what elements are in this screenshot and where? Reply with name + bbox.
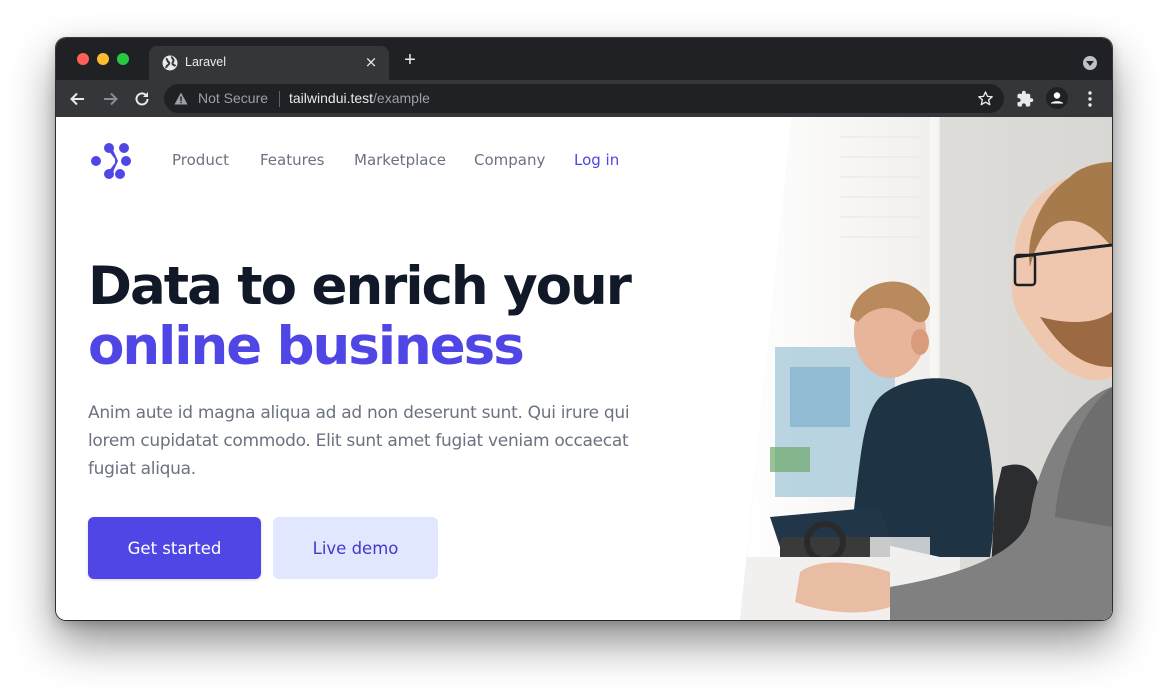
arrow-left-icon[interactable]	[68, 89, 88, 109]
tab-close-icon[interactable]: ×	[363, 54, 379, 70]
workflow-logo[interactable]	[88, 140, 132, 182]
headline-line-2: online business	[88, 316, 525, 377]
new-tab-button[interactable]: +	[402, 50, 418, 70]
arrow-right-icon[interactable]	[100, 89, 120, 109]
reload-icon[interactable]	[132, 89, 152, 109]
globe-icon	[162, 55, 178, 71]
browser-tab[interactable]: Laravel ×	[149, 46, 389, 80]
url-separator	[279, 91, 280, 107]
login-link[interactable]: Log in	[574, 151, 619, 169]
security-status[interactable]: Not Secure	[198, 90, 268, 106]
hero-image	[740, 117, 1112, 620]
get-started-button[interactable]: Get started	[88, 517, 261, 579]
puzzle-icon[interactable]	[1016, 90, 1034, 108]
tab-search-icon[interactable]	[1083, 56, 1097, 70]
url-path: /example	[373, 90, 430, 106]
headline-line-1: Data to enrich your	[88, 256, 632, 317]
close-window-button[interactable]	[77, 53, 89, 65]
nav-item-features[interactable]: Features	[260, 151, 325, 169]
url-text[interactable]: tailwindui.test/example	[289, 90, 430, 106]
nav-item-product[interactable]: Product	[172, 151, 229, 169]
web-page: Product Features Marketplace Company Log…	[56, 117, 1112, 620]
live-demo-button[interactable]: Live demo	[273, 517, 438, 579]
hero-headline: Data to enrich your online business	[88, 256, 632, 377]
nav-item-marketplace[interactable]: Marketplace	[354, 151, 446, 169]
browser-window: Laravel × + Not Secure tailwindui.test/e…	[56, 38, 1112, 620]
tab-strip: Laravel × +	[56, 38, 1112, 80]
maximize-window-button[interactable]	[117, 53, 129, 65]
url-host: tailwindui.test	[289, 90, 374, 106]
star-icon[interactable]	[977, 90, 994, 107]
minimize-window-button[interactable]	[97, 53, 109, 65]
nav-item-company[interactable]: Company	[474, 151, 545, 169]
address-bar[interactable]: Not Secure tailwindui.test/example	[164, 84, 1004, 113]
hero-description: Anim aute id magna aliqua ad ad non dese…	[88, 403, 630, 479]
warning-icon[interactable]	[174, 92, 188, 105]
profile-icon[interactable]	[1046, 87, 1068, 109]
browser-toolbar: Not Secure tailwindui.test/example	[56, 80, 1112, 117]
tab-title: Laravel	[185, 55, 226, 69]
kebab-menu-icon[interactable]	[1082, 89, 1098, 109]
